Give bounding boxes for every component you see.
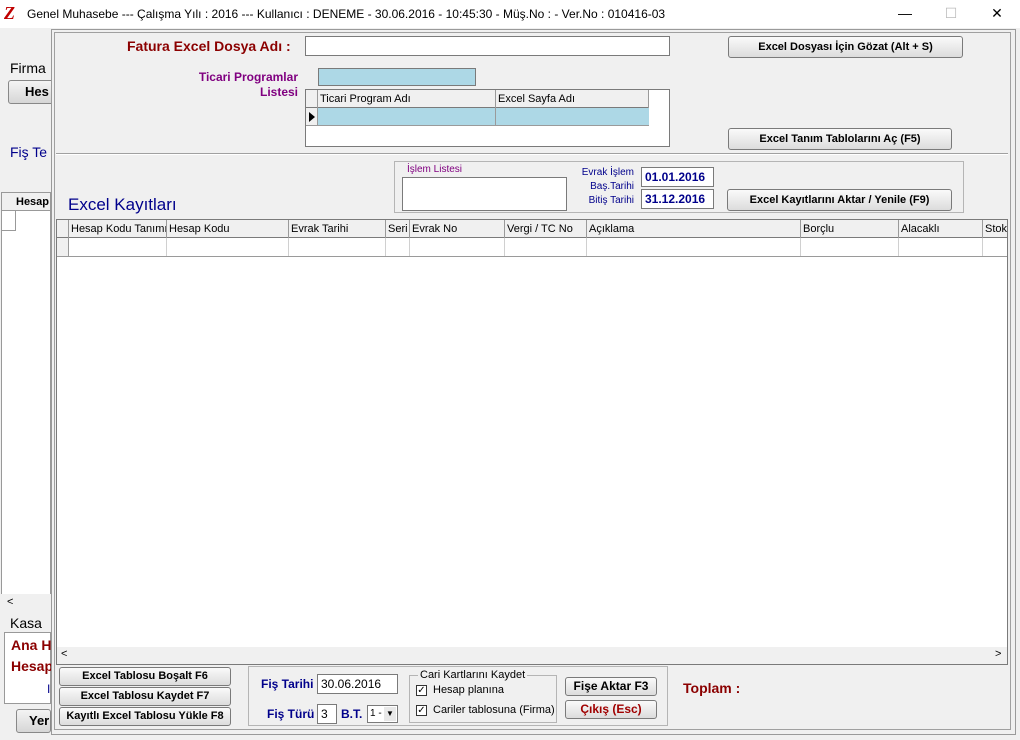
- file-name-input[interactable]: [305, 36, 670, 56]
- start-date-input[interactable]: 01.01.2016: [641, 167, 714, 187]
- col-hesap-kodu[interactable]: Hesap Kodu: [167, 220, 289, 238]
- load-table-button[interactable]: Kayıtlı Excel Tablosu Yükle F8: [59, 707, 231, 726]
- firma-label: Firma: [10, 60, 46, 76]
- toplam-label: Toplam :: [683, 680, 741, 696]
- clear-table-button[interactable]: Excel Tablosu Boşalt F6: [59, 667, 231, 686]
- scroll-left-icon[interactable]: <: [61, 648, 67, 660]
- fis-tarihi-input[interactable]: 30.06.2016: [317, 674, 398, 694]
- evrak-date-labels: Evrak İşlem Baş.Tarihi Bitiş Tarihi: [566, 166, 634, 208]
- fis-turu-input[interactable]: 3: [317, 704, 337, 724]
- cell-divider: [504, 238, 505, 256]
- close-button[interactable]: ✕: [974, 0, 1020, 28]
- background-grid-header: Hesap: [2, 193, 50, 211]
- hesap-plani-checkbox[interactable]: ✓: [416, 685, 427, 696]
- cariler-label: Cariler tablosuna (Firma): [433, 704, 555, 716]
- islem-listesi-box[interactable]: [402, 177, 567, 211]
- bas-tarihi-label: Baş.Tarihi: [590, 181, 634, 192]
- bt-label: B.T.: [341, 707, 363, 721]
- fis-turu-label: Fiş Türü: [267, 707, 315, 721]
- save-table-button[interactable]: Excel Tablosu Kaydet F7: [59, 687, 231, 706]
- programs-search-input[interactable]: [318, 68, 476, 86]
- browse-excel-button[interactable]: Excel Dosyası İçin Gözat (Alt + S): [728, 36, 963, 58]
- bg-scroll-left-icon[interactable]: <: [1, 594, 51, 610]
- cell-divider: [800, 238, 801, 256]
- col-evrak-tarihi[interactable]: Evrak Tarihi: [289, 220, 386, 238]
- records-grid[interactable]: Hesap Kodu Tanımı Hesap Kodu Evrak Tarih…: [56, 219, 1008, 665]
- bt-select[interactable]: 1 - ▼: [367, 705, 398, 723]
- col-stok[interactable]: Stok: [983, 220, 1007, 238]
- programs-grid[interactable]: Ticari Program Adı Excel Sayfa Adı: [305, 89, 670, 147]
- col-hesap-kodu-tanimi[interactable]: Hesap Kodu Tanımı: [69, 220, 167, 238]
- col-borclu[interactable]: Borçlu: [801, 220, 899, 238]
- cell-divider: [288, 238, 289, 256]
- records-hscrollbar[interactable]: < >: [57, 647, 1007, 664]
- scroll-right-icon[interactable]: >: [995, 648, 1001, 660]
- programs-grid-header: Ticari Program Adı Excel Sayfa Adı: [306, 90, 649, 108]
- cell-divider: [166, 238, 167, 256]
- col-sheet-name[interactable]: Excel Sayfa Adı: [496, 90, 649, 108]
- bt-selected-value: 1 -: [370, 708, 382, 719]
- hesap-label: Hesap: [11, 658, 54, 674]
- col-seri[interactable]: Seri: [386, 220, 410, 238]
- cari-group-label: Cari Kartlarını Kaydet: [418, 669, 528, 681]
- row-pointer-icon: [306, 108, 318, 126]
- records-row-indicator: [57, 238, 69, 256]
- bitis-tarihi-label: Bitiş Tarihi: [588, 195, 634, 206]
- cell-divider: [586, 238, 587, 256]
- section-divider: [56, 153, 1008, 155]
- cell-divider: [982, 238, 983, 256]
- background-info-panel: Ana H Hesap I: [4, 632, 54, 704]
- programs-grid-corner: [306, 90, 318, 108]
- fise-aktar-button[interactable]: Fişe Aktar F3: [565, 677, 657, 696]
- chevron-down-icon[interactable]: ▼: [384, 707, 396, 721]
- programs-list-label: Ticari Programlar Listesi: [170, 70, 298, 100]
- col-vergi-tc-no[interactable]: Vergi / TC No: [505, 220, 587, 238]
- end-date-input[interactable]: 31.12.2016: [641, 189, 714, 209]
- evrak-islem-label: Evrak İşlem: [581, 167, 634, 178]
- cell-divider: [409, 238, 410, 256]
- records-title: Excel Kayıtları: [68, 195, 177, 214]
- cariler-checkbox[interactable]: ✓: [416, 705, 427, 716]
- minimize-button[interactable]: —: [882, 0, 928, 28]
- kasa-label: Kasa: [10, 615, 42, 631]
- cikis-button[interactable]: Çıkış (Esc): [565, 700, 657, 719]
- records-grid-row[interactable]: [57, 238, 1007, 257]
- records-grid-corner: [57, 220, 69, 238]
- fis-tarihi-label: Fiş Tarihi: [261, 677, 314, 691]
- cell-divider: [898, 238, 899, 256]
- transfer-refresh-button[interactable]: Excel Kayıtlarını Aktar / Yenile (F9): [727, 189, 952, 211]
- window-title: Genel Muhasebe --- Çalışma Yılı : 2016 -…: [27, 7, 666, 21]
- hesap-plani-label: Hesap planına: [433, 684, 504, 696]
- row-indicator: [2, 211, 16, 231]
- cell-divider: [385, 238, 386, 256]
- background-grid: Hesap: [1, 192, 51, 608]
- open-tables-button[interactable]: Excel Tanım Tablolarını Aç (F5): [728, 128, 952, 150]
- col-program-name[interactable]: Ticari Program Adı: [318, 90, 496, 108]
- col-aciklama[interactable]: Açıklama: [587, 220, 801, 238]
- maximize-button[interactable]: ☐: [928, 0, 974, 28]
- fis-te-label: Fiş Te: [10, 144, 48, 160]
- programs-label-line2: Listesi: [259, 85, 298, 99]
- yer-button[interactable]: Yer: [16, 709, 51, 733]
- col-evrak-no[interactable]: Evrak No: [410, 220, 505, 238]
- programs-grid-row[interactable]: [318, 108, 649, 126]
- programs-label-line1: Ticari Programlar: [198, 70, 298, 84]
- islem-listesi-label: İşlem Listesi: [407, 164, 463, 175]
- records-grid-header: Hesap Kodu Tanımı Hesap Kodu Evrak Tarih…: [57, 220, 1007, 238]
- row-divider: [495, 108, 496, 125]
- file-name-label: Fatura Excel Dosya Adı :: [127, 38, 291, 54]
- i-label: I: [47, 682, 51, 696]
- ana-h-label: Ana H: [11, 637, 52, 653]
- app-logo-icon: Z: [4, 3, 15, 23]
- title-bar: Z Genel Muhasebe --- Çalışma Yılı : 2016…: [0, 0, 1020, 28]
- col-alacakli[interactable]: Alacaklı: [899, 220, 983, 238]
